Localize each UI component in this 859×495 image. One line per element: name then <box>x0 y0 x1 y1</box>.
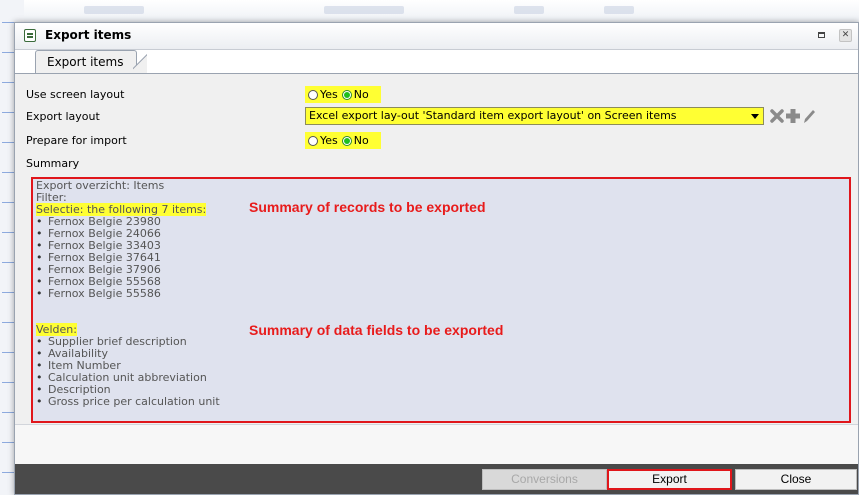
dialog-footer: Conversions Export Close <box>15 464 858 494</box>
export-layout-value: Excel export lay-out 'Standard item expo… <box>309 109 677 122</box>
export-button[interactable]: Export <box>607 469 732 490</box>
edit-icon[interactable] <box>802 107 816 125</box>
annotation-fields: Summary of data fields to be exported <box>249 322 504 338</box>
export-layout-label: Export layout <box>26 110 100 123</box>
close-icon[interactable]: ✕ <box>839 29 852 42</box>
export-items-dialog: Export items ✕ Export items Use screen l… <box>14 22 859 495</box>
dialog-bottom-area <box>15 424 858 465</box>
background-page-header <box>24 0 859 22</box>
maximize-icon[interactable] <box>815 29 828 42</box>
use-screen-layout-label: Use screen layout <box>26 88 125 101</box>
prepare-for-import-no-radio[interactable] <box>341 135 352 146</box>
annotation-records: Summary of records to be exported <box>249 199 486 215</box>
dialog-title: Export items <box>45 28 132 42</box>
summary-field-item: Gross price per calculation unit <box>36 396 846 408</box>
summary-field-item: Calculation unit abbreviation <box>36 372 846 384</box>
summary-record-item: Fernox Belgie 55586 <box>36 288 846 300</box>
use-screen-layout-radio-group: Yes No <box>305 86 381 103</box>
radio-label-yes: Yes <box>320 134 338 147</box>
chevron-down-icon <box>751 114 759 119</box>
summary-field-item: Availability <box>36 348 846 360</box>
use-screen-layout-no-radio[interactable] <box>341 89 352 100</box>
prepare-for-import-radio-group: Yes No <box>305 132 381 149</box>
summary-header: Export overzicht: Items <box>36 179 165 192</box>
tab-strip: Export items <box>15 50 858 73</box>
radio-label-no: No <box>353 88 369 101</box>
radio-label-yes: Yes <box>320 88 338 101</box>
prepare-for-import-yes-radio[interactable] <box>308 135 318 146</box>
use-screen-layout-yes-radio[interactable] <box>308 89 318 100</box>
close-button[interactable]: Close <box>735 469 857 490</box>
summary-panel: Export overzicht: Items Filter: Selectie… <box>31 177 851 423</box>
window-app-icon <box>24 29 36 42</box>
prepare-for-import-label: Prepare for import <box>26 134 127 147</box>
dialog-titlebar: Export items ✕ <box>15 23 858 50</box>
add-icon[interactable] <box>785 107 801 125</box>
conversions-button[interactable]: Conversions <box>482 469 607 490</box>
export-layout-select[interactable]: Excel export lay-out 'Standard item expo… <box>305 107 764 125</box>
summary-label: Summary <box>26 157 80 170</box>
radio-label-no: No <box>353 134 369 147</box>
tab-export-items[interactable]: Export items <box>35 50 137 73</box>
delete-icon[interactable] <box>769 107 785 125</box>
